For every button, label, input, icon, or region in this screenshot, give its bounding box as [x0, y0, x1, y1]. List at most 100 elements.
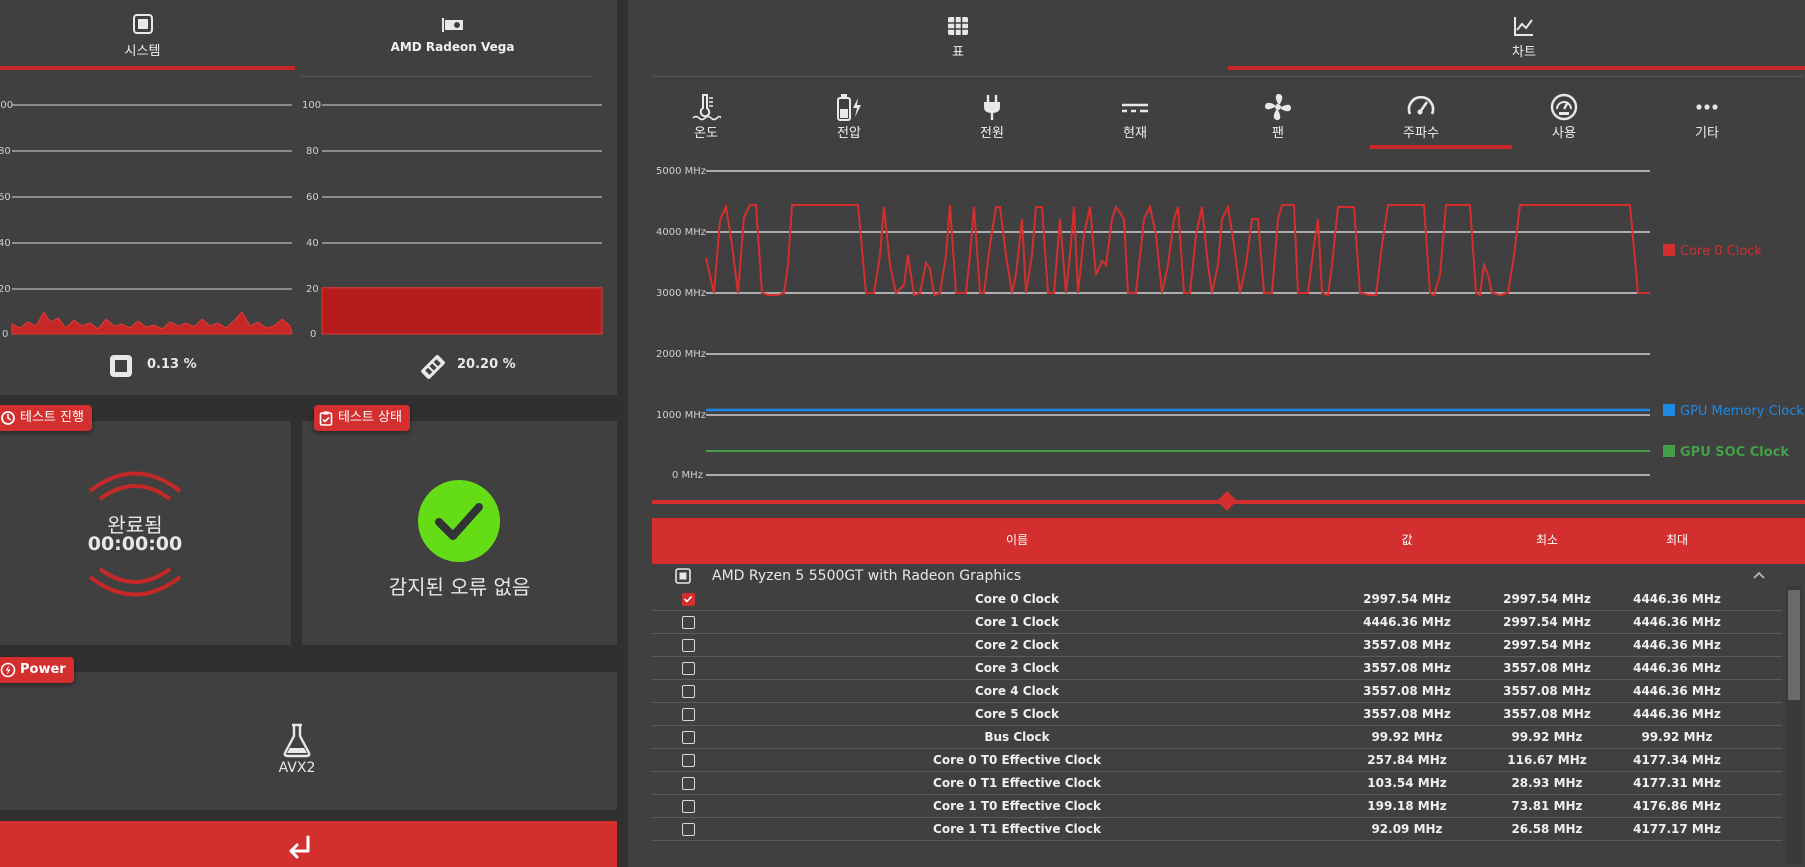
frequency-chart: 5000 MHz 4000 MHz 3000 MHz 2000 MHz 1000… — [656, 166, 1804, 481]
table-row[interactable]: Core 1 T1 Effective Clock 92.09 MHz 26.58 … — [652, 818, 1782, 841]
no-error-message: 감지된 오류 없음 — [388, 575, 531, 599]
table-row[interactable]: Core 1 Clock 4446.36 MHz 2997.54 MHz 4446.3… — [652, 611, 1782, 634]
row-min: 3557.08 MHz — [1503, 684, 1591, 698]
row-checkbox[interactable] — [682, 800, 695, 813]
table-row[interactable]: Core 0 T0 Effective Clock 257.84 MHz 116.6… — [652, 749, 1782, 772]
row-checkbox[interactable] — [682, 731, 695, 744]
row-min: 99.92 MHz — [1511, 730, 1583, 744]
history-icon — [1, 411, 15, 425]
legend-gpu-memory-label[interactable]: GPU Memory Clock — [1680, 404, 1804, 419]
row-checkbox[interactable] — [682, 639, 695, 652]
row-max: 99.92 MHz — [1641, 730, 1713, 744]
freq-tick-4000: 4000 MHz — [656, 227, 706, 238]
gpu-usage-value: 20.20 % — [457, 357, 516, 372]
row-min: 2997.54 MHz — [1503, 615, 1591, 629]
test-progress-panel: 완료됨 00:00:00 — [0, 421, 291, 645]
tab-voltage[interactable]: 전압 — [809, 92, 889, 144]
legend-gpu-soc-label[interactable]: GPU SOC Clock — [1680, 445, 1789, 460]
gpu-tick-60: 60 — [306, 192, 319, 203]
gpu-tick-80: 80 — [306, 146, 319, 157]
tab-system[interactable]: 시스템 — [0, 12, 285, 68]
test-status-panel: 감지된 오류 없음 — [302, 421, 617, 645]
enter-arrow-icon — [289, 835, 310, 859]
tab-fan[interactable]: 팬 — [1238, 92, 1318, 144]
enter-button[interactable] — [0, 821, 617, 867]
tab-chart-label: 차트 — [1512, 45, 1536, 60]
gauge-icon — [1407, 95, 1435, 115]
test-progress-badge-label: 테스트 진행 — [20, 410, 84, 425]
row-checkbox[interactable] — [682, 685, 695, 698]
sensor-panel: 표 차트 온도 전압 전원 현재 팬 주파수 사용 기타 5000 MHz 40… — [628, 0, 1805, 867]
table-row[interactable]: Core 0 Clock 2997.54 MHz 2997.54 MHz 4446.3… — [652, 588, 1782, 611]
tab-fan-label: 팬 — [1272, 126, 1284, 141]
row-min: 116.67 MHz — [1507, 753, 1587, 767]
gpu-tick-20: 20 — [306, 284, 319, 295]
row-name: Core 5 Clock — [974, 707, 1060, 721]
row-checkbox[interactable] — [682, 823, 695, 836]
header-value[interactable]: 값 — [1372, 518, 1442, 562]
row-max: 4176.86 MHz — [1633, 799, 1721, 813]
header-name[interactable]: 이름 — [852, 518, 1182, 562]
tab-frequency[interactable]: 주파수 — [1381, 92, 1461, 144]
tab-temperature[interactable]: 온도 — [666, 92, 746, 144]
row-value: 3557.08 MHz — [1363, 661, 1451, 675]
row-min: 2997.54 MHz — [1503, 638, 1591, 652]
tab-system-label: 시스템 — [124, 44, 161, 59]
tab-system-indicator — [0, 66, 295, 70]
usage-gauge-icon — [1550, 93, 1578, 121]
table-row[interactable]: Core 1 T0 Effective Clock 199.18 MHz 73.81… — [652, 795, 1782, 818]
tab-current[interactable]: 현재 — [1095, 92, 1175, 144]
row-checkbox[interactable] — [682, 593, 695, 606]
row-name: Core 1 T0 Effective Clock — [933, 799, 1101, 813]
row-max: 4446.36 MHz — [1633, 615, 1721, 629]
tab-usage[interactable]: 사용 — [1524, 92, 1604, 144]
tab-gpu[interactable]: AMD Radeon Vega — [310, 16, 595, 68]
group-row[interactable]: AMD Ryzen 5 5500GT with Radeon Graphics — [652, 564, 1782, 588]
row-value: 99.92 MHz — [1371, 730, 1443, 744]
row-max: 4177.31 MHz — [1633, 776, 1721, 790]
row-max: 4446.36 MHz — [1633, 684, 1721, 698]
scrollbar-thumb[interactable] — [1788, 590, 1800, 700]
row-checkbox[interactable] — [682, 708, 695, 721]
table-scrollbar[interactable] — [1786, 586, 1802, 864]
row-name: Core 0 T0 Effective Clock — [933, 753, 1101, 767]
row-max: 4446.36 MHz — [1633, 592, 1721, 606]
chip-icon — [132, 14, 153, 34]
tab-power-label: 전원 — [980, 126, 1004, 141]
tab-other[interactable]: 기타 — [1667, 92, 1747, 144]
tab-chart[interactable]: 차트 — [1464, 14, 1584, 64]
row-checkbox[interactable] — [682, 662, 695, 675]
row-min: 73.81 MHz — [1511, 799, 1583, 813]
power-mode-label: AVX2 — [278, 760, 316, 776]
power-badge: Power — [0, 657, 74, 683]
row-checkbox[interactable] — [682, 777, 695, 790]
tab-table[interactable]: 표 — [898, 14, 1018, 64]
table-row[interactable]: Core 3 Clock 3557.08 MHz 3557.08 MHz 4446.3… — [652, 657, 1782, 680]
legend-gpu-soc-swatch — [1663, 445, 1675, 457]
test-elapsed-time: 00:00:00 — [87, 533, 183, 555]
row-value: 92.09 MHz — [1371, 822, 1443, 836]
row-value: 3557.08 MHz — [1363, 638, 1451, 652]
legend-core0-label[interactable]: Core 0 Clock — [1680, 244, 1762, 259]
table-row[interactable]: Core 4 Clock 3557.08 MHz 3557.08 MHz 4446.3… — [652, 680, 1782, 703]
freq-tick-3000: 3000 MHz — [656, 288, 706, 299]
table-row[interactable]: Core 5 Clock 3557.08 MHz 3557.08 MHz 4446.3… — [652, 703, 1782, 726]
table-icon — [948, 17, 968, 35]
row-checkbox[interactable] — [682, 616, 695, 629]
row-value: 103.54 MHz — [1367, 776, 1447, 790]
row-max: 4446.36 MHz — [1633, 707, 1721, 721]
row-max: 4177.17 MHz — [1633, 822, 1721, 836]
row-value: 199.18 MHz — [1367, 799, 1447, 813]
table-row[interactable]: Core 2 Clock 3557.08 MHz 2997.54 MHz 4446.3… — [652, 634, 1782, 657]
tab-power[interactable]: 전원 — [952, 92, 1032, 144]
table-row[interactable]: Core 0 T1 Effective Clock 103.54 MHz 28.93… — [652, 772, 1782, 795]
header-max[interactable]: 최대 — [1642, 518, 1712, 562]
header-min[interactable]: 최소 — [1512, 518, 1582, 562]
tab-other-label: 기타 — [1695, 126, 1719, 141]
more-icon — [1696, 104, 1718, 110]
chevron-up-icon[interactable] — [1752, 570, 1766, 580]
row-checkbox[interactable] — [682, 754, 695, 767]
table-row[interactable]: Bus Clock 99.92 MHz 99.92 MHz 99.92 MHz — [652, 726, 1782, 749]
freq-tick-5000: 5000 MHz — [656, 166, 706, 177]
row-name: Core 0 T1 Effective Clock — [933, 776, 1101, 790]
